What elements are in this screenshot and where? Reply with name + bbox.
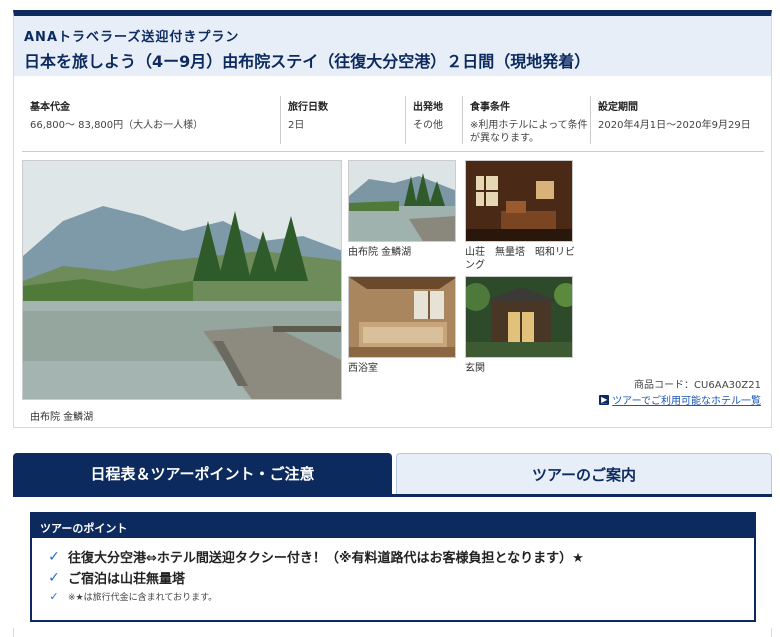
tour-info-table: 基本代金 66,800～ 83,800円（大人お一人様） 旅行日数 2日 出発地… xyxy=(22,96,764,152)
info-meal-value: ※利用ホテルによって条件が異なります。 xyxy=(470,120,588,144)
thumb-living-caption: 山荘 無量塔 昭和リビング xyxy=(465,247,575,271)
thumb-bath[interactable] xyxy=(348,276,456,358)
tour-subtitle: ANAトラベラーズ送迎付きプラン xyxy=(24,30,240,45)
tour-points-list: ✓ 往復大分空港⇔ホテル間送迎タクシー付き！（※有料道路代はお客様負担となります… xyxy=(32,538,754,612)
thumb-bath-image xyxy=(349,277,455,357)
info-period-label: 設定期間 xyxy=(598,102,638,113)
info-period: 設定期間 2020年4月1日～2020年9月29日 xyxy=(590,96,764,144)
thumb-entrance[interactable] xyxy=(465,276,573,358)
check-icon: ✓ xyxy=(49,589,59,603)
hotel-list-link[interactable]: ▶ ツアーでご利用可能なホテル一覧 xyxy=(599,392,761,407)
thumb-lake-caption: 由布院 金鱗湖 xyxy=(348,247,412,258)
tour-point-note-text: ※★は旅行代金に含まれております。 xyxy=(68,592,218,603)
thumb-lake[interactable] xyxy=(348,160,456,242)
tour-points-box: ツアーのポイント ✓ 往復大分空港⇔ホテル間送迎タクシー付き！（※有料道路代はお… xyxy=(30,512,756,622)
info-departure: 出発地 その他 xyxy=(405,96,462,144)
tour-points-heading: ツアーのポイント xyxy=(32,514,754,538)
hotel-list-link-text[interactable]: ツアーでご利用可能なホテル一覧 xyxy=(612,392,761,407)
info-meal: 食事条件 ※利用ホテルによって条件が異なります。 xyxy=(462,96,590,144)
info-price-label: 基本代金 xyxy=(30,102,70,113)
lake-image xyxy=(23,161,341,399)
info-days-value: 2日 xyxy=(288,120,305,131)
info-days-label: 旅行日数 xyxy=(288,102,328,113)
tour-point-note: ✓ ※★は旅行代金に含まれております。 xyxy=(46,588,740,604)
info-days: 旅行日数 2日 xyxy=(280,96,405,144)
tour-point-item: ✓ 往復大分空港⇔ホテル間送迎タクシー付き！（※有料道路代はお客様負担となります… xyxy=(46,546,740,567)
thumb-entrance-caption: 玄関 xyxy=(465,363,485,374)
tour-card: ANAトラベラーズ送迎付きプラン 日本を旅しよう（4ー9月）由布院ステイ（往復大… xyxy=(13,10,772,428)
arrow-right-icon: ▶ xyxy=(599,394,610,405)
tour-point-text: 往復大分空港⇔ホテル間送迎タクシー付き！（※有料道路代はお客様負担となります）★ xyxy=(68,551,584,566)
info-price: 基本代金 66,800～ 83,800円（大人お一人様） xyxy=(30,96,280,144)
check-icon: ✓ xyxy=(48,548,60,565)
tour-header: ANAトラベラーズ送迎付きプラン 日本を旅しよう（4ー9月）由布院ステイ（往復大… xyxy=(14,16,771,76)
tab-underline xyxy=(13,494,772,497)
tab-itinerary[interactable]: 日程表＆ツアーポイント・ご注意 xyxy=(13,453,392,494)
thumb-living-image xyxy=(466,161,572,241)
main-photo-caption: 由布院 金鱗湖 xyxy=(30,412,94,423)
info-price-value: 66,800～ 83,800円（大人お一人様） xyxy=(30,120,204,131)
main-photo-lake[interactable] xyxy=(22,160,342,400)
tour-point-item: ✓ ご宿泊は山荘無量塔 xyxy=(46,567,740,588)
check-icon: ✓ xyxy=(48,569,60,586)
info-meal-label: 食事条件 xyxy=(470,102,510,113)
tab-tour-guide[interactable]: ツアーのご案内 xyxy=(396,453,772,494)
product-code: 商品コード：CU6AA30Z21 xyxy=(634,380,761,391)
tour-point-text: ご宿泊は山荘無量塔 xyxy=(68,572,186,587)
tour-title: 日本を旅しよう（4ー9月）由布院ステイ（往復大分空港）２日間（現地発着） xyxy=(24,52,591,71)
thumb-lake-image xyxy=(349,161,455,241)
thumb-living[interactable] xyxy=(465,160,573,242)
info-period-value: 2020年4月1日～2020年9月29日 xyxy=(598,120,751,131)
thumb-entrance-image xyxy=(466,277,572,357)
content-panel-edge xyxy=(13,628,772,637)
info-departure-value: その他 xyxy=(413,120,443,131)
info-departure-label: 出発地 xyxy=(413,102,443,113)
thumb-bath-caption: 西浴室 xyxy=(348,363,378,374)
